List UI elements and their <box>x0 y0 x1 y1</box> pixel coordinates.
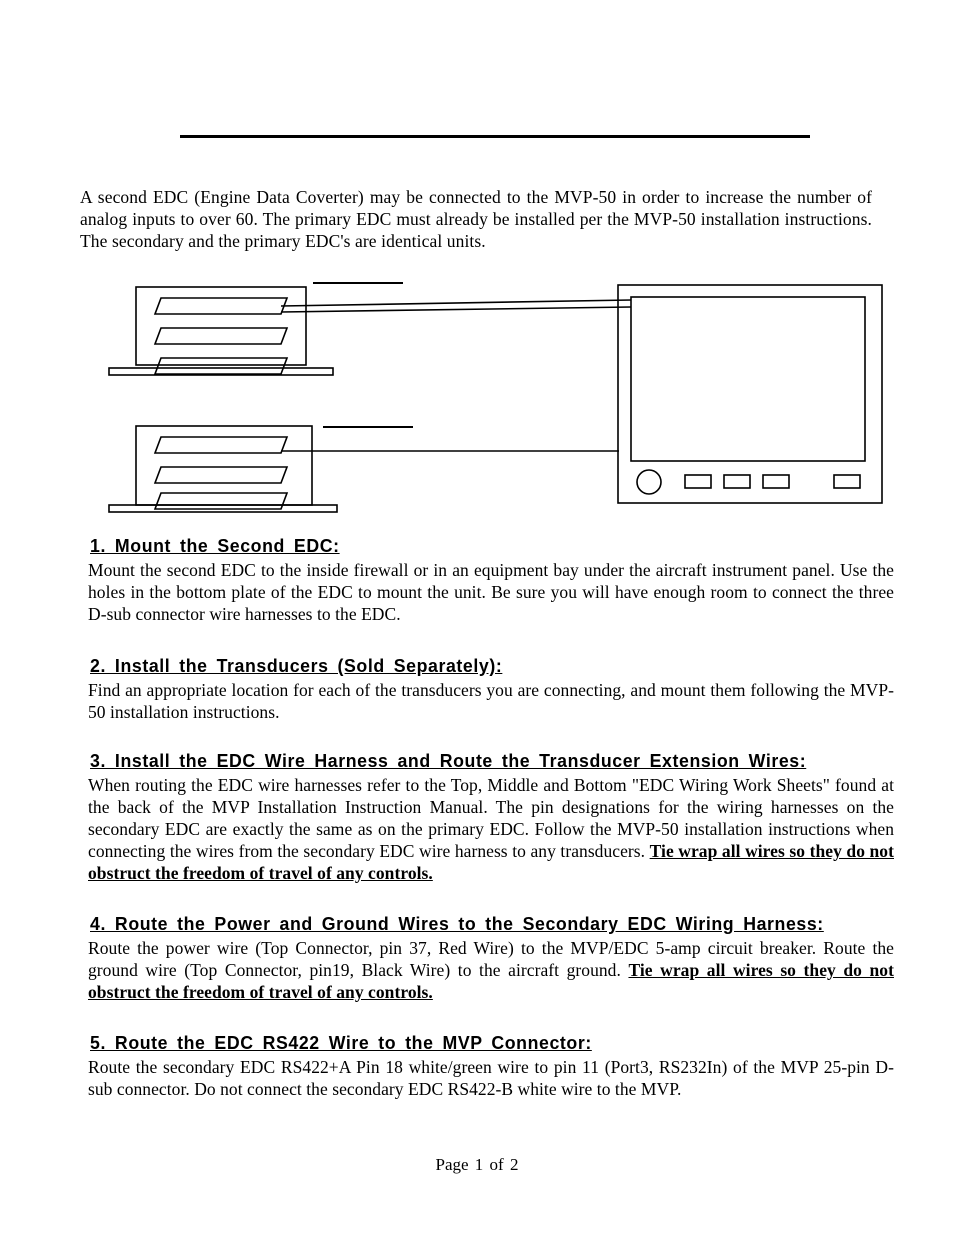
page-footer: Page 1 of 2 <box>435 1155 519 1174</box>
section-1: 1. Mount the Second EDC: Mount the secon… <box>0 536 954 625</box>
section-2-body: Find an appropriate location for each of… <box>88 679 894 723</box>
instruction-sections: 1. Mount the Second EDC: Mount the secon… <box>0 536 954 1100</box>
mvp-50-display-unit <box>617 284 883 504</box>
section-3-body: When routing the EDC wire harnesses refe… <box>88 774 894 884</box>
system-wiring-diagram <box>0 255 954 520</box>
upper-edc-connector-top <box>153 297 289 315</box>
section-4-body: Route the power wire (Top Connector, pin… <box>88 937 894 1003</box>
section-3: 3. Install the EDC Wire Harness and Rout… <box>0 751 954 884</box>
mvp-50-bezel <box>617 284 883 504</box>
section-5-text: Route the secondary EDC RS422+A Pin 18 w… <box>88 1057 894 1099</box>
section-2-heading: 2. Install the Transducers (Sold Separat… <box>90 656 503 676</box>
lower-edc-connector-middle <box>153 466 289 484</box>
lower-edc-connector-top <box>153 436 289 454</box>
section-3-heading: 3. Install the EDC Wire Harness and Rout… <box>90 751 807 771</box>
section-5: 5. Route the EDC RS422 Wire to the MVP C… <box>0 1033 954 1100</box>
section-2-text: Find an appropriate location for each of… <box>88 680 894 722</box>
section-1-body: Mount the second EDC to the inside firew… <box>88 559 894 625</box>
mvp-50-knob <box>636 469 662 495</box>
mvp-50-screen <box>630 296 866 462</box>
header-divider-rule <box>180 135 810 138</box>
section-1-heading: 1. Mount the Second EDC: <box>90 536 340 556</box>
mvp-50-button-2 <box>723 474 751 489</box>
upper-edc-wire-bundle <box>280 299 632 313</box>
section-5-heading: 5. Route the EDC RS422 Wire to the MVP C… <box>90 1033 592 1053</box>
mvp-50-button-3 <box>762 474 790 489</box>
section-4-heading: 4. Route the Power and Ground Wires to t… <box>90 914 824 934</box>
document-page: A second EDC (Engine Data Coverter) may … <box>0 0 954 1235</box>
section-4: 4. Route the Power and Ground Wires to t… <box>0 914 954 1003</box>
section-1-text: Mount the second EDC to the inside firew… <box>88 560 894 624</box>
mvp-50-button-4 <box>833 474 861 489</box>
upper-edc-connector-middle <box>153 327 289 345</box>
lower-edc-connector-bottom <box>153 492 289 510</box>
section-2: 2. Install the Transducers (Sold Separat… <box>0 656 954 723</box>
upper-edc-box <box>108 286 334 376</box>
upper-edc-connector-bottom <box>153 357 289 375</box>
lower-edc-box <box>108 425 338 513</box>
section-5-body: Route the secondary EDC RS422+A Pin 18 w… <box>88 1056 894 1100</box>
mvp-50-button-1 <box>684 474 712 489</box>
intro-paragraph: A second EDC (Engine Data Coverter) may … <box>80 186 872 251</box>
